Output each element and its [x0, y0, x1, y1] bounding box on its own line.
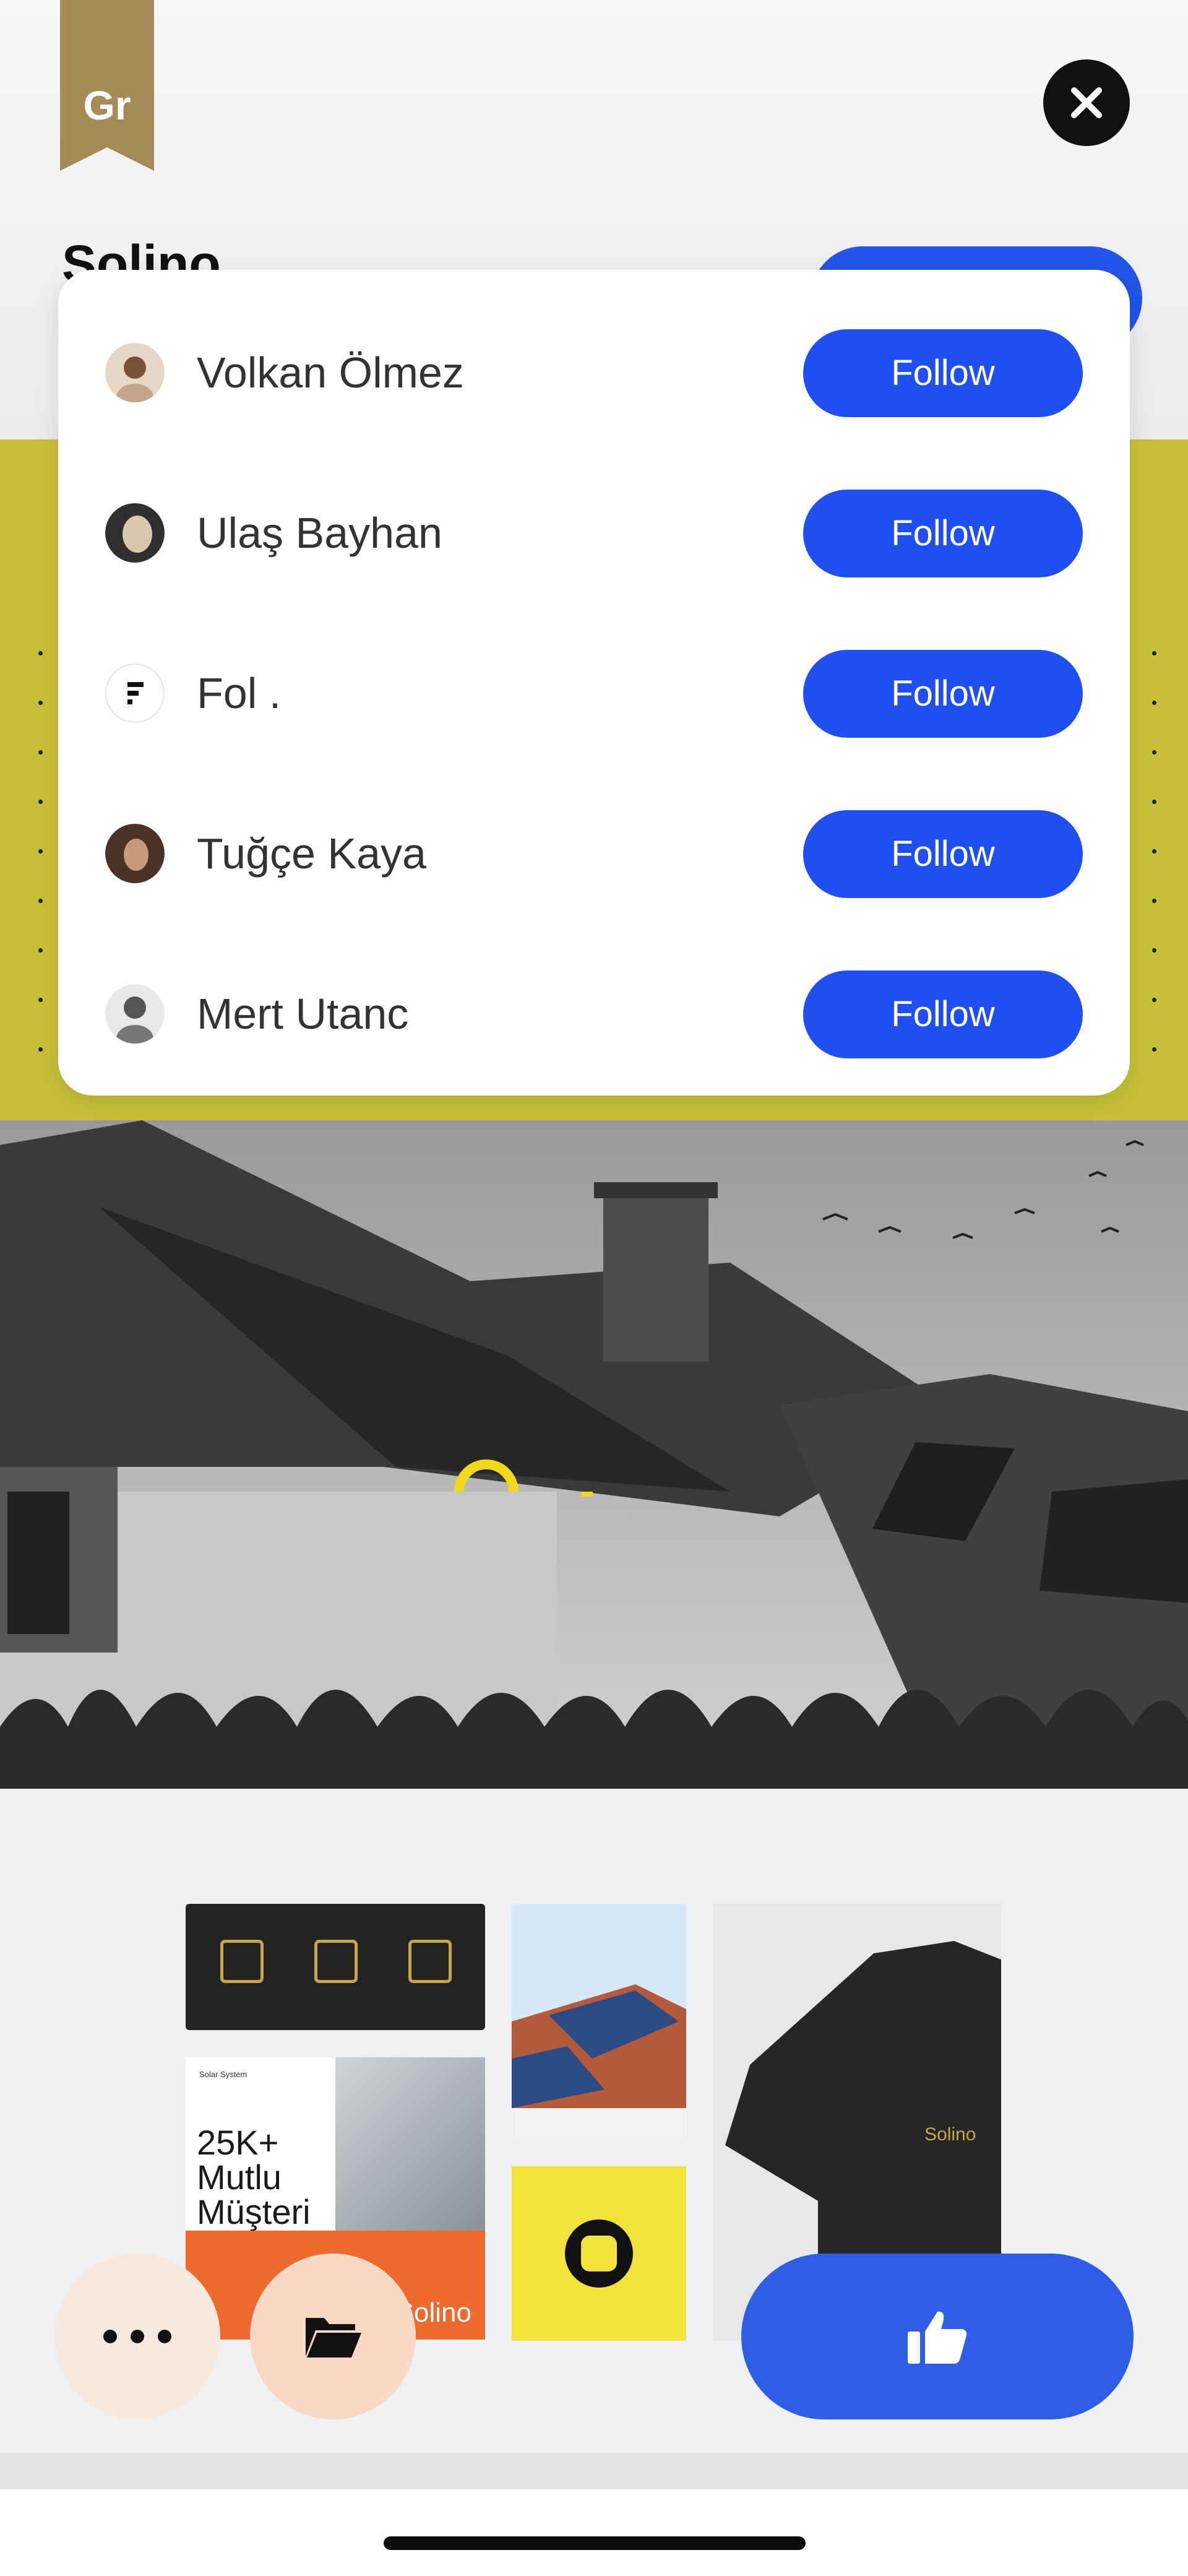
save-to-collection-button[interactable] [250, 2254, 416, 2419]
battery-icon [408, 1940, 452, 1983]
thumbs-up-icon [908, 2311, 967, 2364]
roof-card [512, 1904, 686, 2142]
follow-button[interactable]: Follow [803, 329, 1083, 417]
poster-headline-line: Müşteri [197, 2192, 311, 2231]
poster-headline: 25K+ Mutlu Müşteri [197, 2125, 311, 2229]
house-icon [314, 1940, 358, 1983]
user-name[interactable]: Volkan Ölmez [197, 351, 464, 394]
follow-button[interactable]: Follow [803, 490, 1083, 577]
user-name[interactable]: Ulaş Bayhan [197, 511, 442, 555]
solar-house-image [0, 1120, 1188, 1789]
poster-headline-line: Mutlu [197, 2158, 282, 2197]
dots-right [1152, 651, 1157, 1097]
poster-small-text: Solar System [199, 2070, 248, 2079]
tshirt-brand: Solino [924, 2124, 976, 2145]
solar-panel-icon [220, 1940, 264, 1983]
avatar[interactable] [105, 824, 165, 883]
more-dots-icon [103, 2330, 117, 2343]
user-name[interactable]: Mert Utanc [197, 992, 408, 1035]
list-item: Tuğçe Kaya Follow [58, 798, 1130, 909]
logo-card [512, 2166, 686, 2341]
icon-card [186, 1904, 485, 2030]
avatar[interactable] [105, 663, 165, 723]
list-item: Volkan Ölmez Follow [58, 317, 1130, 428]
dots-left [38, 651, 43, 1097]
folder-icon [306, 2318, 361, 2358]
brand-logo-icon [565, 2219, 633, 2288]
user-name[interactable]: Tuğçe Kaya [197, 832, 426, 875]
close-button[interactable] [1043, 59, 1130, 146]
owners-popover: Volkan Ölmez Follow Ulaş Bayhan Follow F… [58, 270, 1130, 1096]
home-indicator[interactable] [384, 2536, 806, 2550]
avatar[interactable] [105, 984, 165, 1044]
follow-button[interactable]: Follow [803, 650, 1083, 738]
list-item: Mert Utanc Follow [58, 958, 1130, 1070]
more-dots-icon [158, 2330, 171, 2343]
list-item: Ulaş Bayhan Follow [58, 477, 1130, 589]
divider [0, 2452, 1188, 2489]
follow-button[interactable]: Follow [803, 810, 1083, 898]
owner-ribbon[interactable]: Gr [60, 0, 154, 171]
avatar[interactable] [105, 503, 165, 563]
avatar[interactable] [105, 343, 165, 402]
family-photo [335, 2057, 485, 2231]
user-name[interactable]: Fol . [197, 672, 281, 715]
more-options-button[interactable] [54, 2254, 220, 2419]
ribbon-label: Gr [83, 82, 131, 128]
close-icon [1071, 87, 1102, 118]
poster-headline-line: 25K+ [197, 2123, 279, 2162]
more-dots-icon [131, 2330, 144, 2343]
follow-button[interactable]: Follow [803, 970, 1083, 1058]
bottom-safe-area [0, 2489, 1188, 2576]
list-item: Fol . Follow [58, 638, 1130, 749]
appreciate-button[interactable] [741, 2254, 1134, 2419]
